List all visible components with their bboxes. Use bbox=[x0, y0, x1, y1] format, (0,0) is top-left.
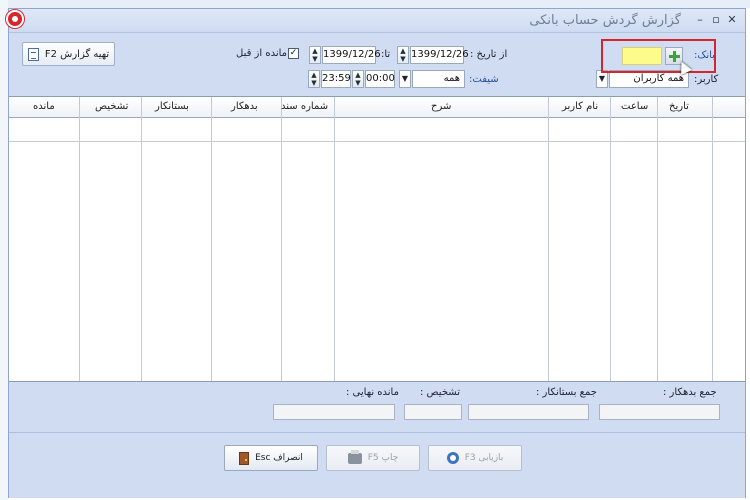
from-date-spin[interactable]: ▲ ▼ bbox=[397, 46, 409, 64]
from-date-field[interactable]: 1399/12/26 bbox=[410, 46, 469, 64]
col-divider bbox=[79, 97, 80, 381]
header-balance[interactable]: مانده bbox=[33, 101, 55, 112]
refresh-button[interactable]: بازیابی F3 bbox=[428, 445, 522, 471]
header-debit[interactable]: بدهکار bbox=[231, 101, 258, 112]
footer-bar: بازیابی F3 چاپ F5 انصراف Esc bbox=[9, 432, 745, 498]
cancel-button[interactable]: انصراف Esc bbox=[224, 445, 318, 471]
shift-select[interactable]: همه bbox=[412, 70, 465, 88]
refresh-icon bbox=[446, 452, 459, 464]
report-window: گزارش گردش حساب بانکی – ▫ ✕ تهیه گزارش F… bbox=[8, 8, 746, 498]
detect-label: تشخیص : bbox=[420, 387, 460, 398]
minimize-button[interactable]: – bbox=[693, 13, 707, 27]
to-date-field[interactable]: 1399/12/26 bbox=[322, 46, 381, 64]
print-label: چاپ F5 bbox=[367, 453, 399, 463]
print-button[interactable]: چاپ F5 bbox=[326, 445, 420, 471]
from-date-label-text: از تاریخ : bbox=[470, 49, 508, 60]
shift-label: شیفت: bbox=[469, 74, 499, 85]
user-label: کاربر: bbox=[694, 74, 719, 85]
final-balance-label: مانده نهایی : bbox=[346, 387, 399, 398]
totals-panel: جمع بدهکار : جمع بستانکار : تشخیص : ماند… bbox=[9, 382, 745, 432]
close-button[interactable]: ✕ bbox=[725, 13, 739, 27]
header-username[interactable]: نام کاربر bbox=[562, 101, 598, 112]
shift-dropdown-arrow[interactable]: ▼ bbox=[399, 70, 411, 88]
detect-field bbox=[404, 404, 462, 420]
maximize-button[interactable]: ▫ bbox=[709, 13, 723, 27]
app-logo-icon bbox=[6, 10, 24, 28]
window-title: گزارش گردش حساب بانکی bbox=[529, 13, 681, 28]
credit-total-label: جمع بستانکار : bbox=[536, 387, 597, 398]
desktop-edge bbox=[0, 0, 8, 500]
prev-balance-checkbox[interactable]: ✓ bbox=[288, 48, 299, 59]
col-divider bbox=[334, 97, 335, 381]
to-date-spin[interactable]: ▲ ▼ bbox=[309, 46, 321, 64]
col-divider bbox=[548, 97, 549, 381]
title-bar: گزارش گردش حساب بانکی – ▫ ✕ bbox=[9, 9, 745, 33]
desktop-strip bbox=[0, 0, 750, 8]
col-divider bbox=[610, 97, 611, 381]
col-divider bbox=[657, 97, 658, 381]
col-divider bbox=[281, 97, 282, 381]
plus-icon bbox=[669, 51, 680, 62]
printer-icon bbox=[347, 449, 362, 464]
bank-label: بانک: bbox=[694, 50, 715, 61]
exit-door-icon bbox=[239, 451, 250, 465]
document-icon bbox=[27, 47, 39, 61]
time-from-spin[interactable]: ▲ ▼ bbox=[352, 70, 364, 88]
transactions-grid[interactable]: تاریخ ساعت نام کاربر شرح شماره سند بدهکا… bbox=[9, 96, 745, 382]
time-to-spin[interactable]: ▲ ▼ bbox=[308, 70, 320, 88]
filter-toolbar: تهیه گزارش F2 ✓ مانده از قبل ▲ ▼ 1399/12/… bbox=[9, 34, 745, 96]
header-date[interactable]: تاریخ bbox=[669, 101, 689, 112]
col-divider bbox=[141, 97, 142, 381]
header-time[interactable]: ساعت bbox=[621, 101, 648, 112]
time-to-field[interactable]: 23:59 bbox=[321, 70, 351, 88]
prepare-report-label: تهیه گزارش F2 bbox=[44, 48, 110, 60]
header-description[interactable]: شرح bbox=[431, 101, 451, 112]
col-divider bbox=[211, 97, 212, 381]
credit-total-field bbox=[468, 404, 589, 420]
prepare-report-button[interactable]: تهیه گزارش F2 bbox=[22, 42, 115, 66]
to-date-label: تا: bbox=[381, 49, 391, 60]
bank-input[interactable] bbox=[622, 47, 662, 65]
header-detect[interactable]: تشخیص bbox=[95, 101, 128, 112]
col-divider bbox=[712, 97, 713, 381]
prev-balance-label: مانده از قبل bbox=[236, 48, 288, 59]
cancel-label: انصراف Esc bbox=[255, 453, 303, 463]
table-row[interactable] bbox=[9, 141, 745, 142]
debit-total-label: جمع بدهکار : bbox=[663, 387, 717, 398]
refresh-label: بازیابی F3 bbox=[464, 453, 504, 463]
time-from-field[interactable]: 00:00 bbox=[365, 70, 395, 88]
header-credit[interactable]: بستانکار bbox=[155, 101, 189, 112]
final-balance-field bbox=[273, 404, 395, 420]
debit-total-field bbox=[599, 404, 720, 420]
header-document-number[interactable]: شماره سند bbox=[281, 101, 328, 112]
